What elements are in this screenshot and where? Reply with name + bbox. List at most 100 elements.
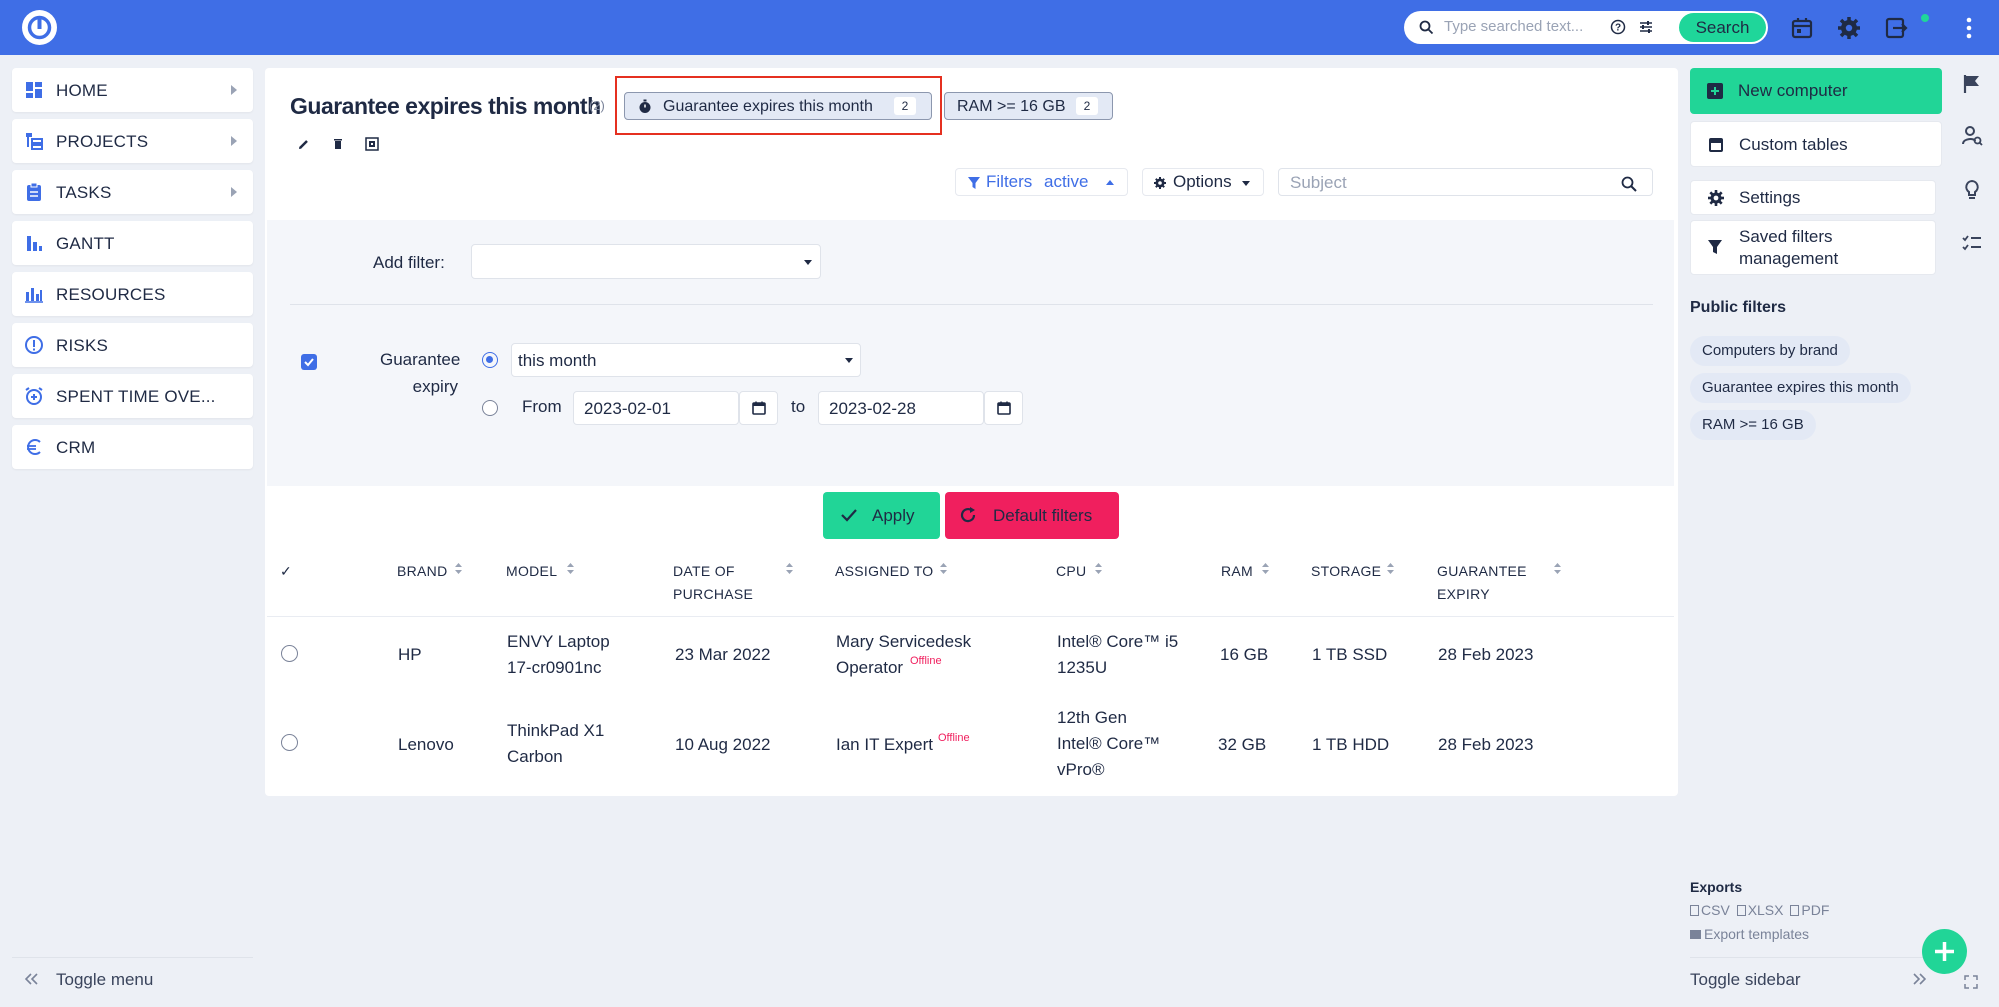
sort-icon[interactable] (1554, 563, 1561, 574)
new-computer-button[interactable]: New computer (1690, 68, 1942, 114)
sort-icon[interactable] (940, 563, 947, 574)
column-header-guarantee-expiry[interactable]: GUARANTEE EXPIRY (1437, 560, 1527, 606)
column-header-ram[interactable]: RAM (1221, 560, 1253, 583)
qr-code-icon[interactable] (363, 135, 381, 153)
double-chevron-left-icon[interactable] (25, 973, 39, 985)
trash-icon[interactable] (329, 135, 347, 153)
saved-filter-chip-guarantee[interactable]: Guarantee expires this month 2 (624, 92, 932, 120)
row-select-radio[interactable] (281, 645, 298, 662)
public-filter-computers-by-brand[interactable]: Computers by brand (1690, 336, 1850, 366)
settings-button[interactable]: Settings (1690, 180, 1936, 215)
logout-icon[interactable] (1883, 15, 1909, 41)
user-search-icon[interactable] (1960, 124, 1984, 148)
sort-icon[interactable] (455, 563, 462, 574)
sort-icon[interactable] (1262, 563, 1269, 574)
nav-item-tasks[interactable]: TASKS (12, 170, 253, 214)
period-select[interactable]: this month (511, 343, 861, 377)
cell-model[interactable]: ENVY Laptop (507, 629, 610, 655)
export-templates-link[interactable]: Export templates (1704, 926, 1809, 942)
chip-label: RAM >= 16 GB (957, 98, 1066, 115)
lightbulb-icon[interactable] (1960, 178, 1984, 202)
flag-icon[interactable] (1960, 72, 1984, 96)
period-radio[interactable] (482, 352, 498, 368)
nav-item-spent-time[interactable]: SPENT TIME OVE... (12, 374, 253, 418)
filters-toggle-button[interactable]: Filters active (955, 168, 1128, 196)
custom-tables-label: Custom tables (1739, 135, 1848, 154)
public-filter-guarantee[interactable]: Guarantee expires this month (1690, 373, 1911, 403)
nav-item-home[interactable]: HOME (12, 68, 253, 112)
saved-filters-management-button[interactable]: Saved filters management (1690, 220, 1936, 275)
cell-assigned[interactable]: Operator (836, 655, 903, 681)
alert-circle-icon (24, 335, 44, 355)
column-header-brand[interactable]: BRAND (397, 560, 448, 583)
cell-assigned[interactable]: Ian IT Expert (836, 732, 933, 758)
from-date-input[interactable]: 2023-02-01 (573, 391, 739, 425)
cell-cpu: 12th Gen (1057, 708, 1127, 727)
column-header-model[interactable]: MODEL (506, 560, 557, 583)
sort-icon[interactable] (1387, 563, 1394, 574)
select-all-header[interactable]: ✓ (280, 560, 292, 583)
sort-icon[interactable] (1095, 563, 1102, 574)
saved-filter-chip-ram[interactable]: RAM >= 16 GB 2 (944, 92, 1113, 120)
column-header-cpu[interactable]: CPU (1056, 560, 1086, 583)
nav-item-gantt[interactable]: GANTT (12, 221, 253, 265)
new-computer-label: New computer (1738, 81, 1848, 100)
search-icon[interactable] (1621, 176, 1637, 192)
column-header-assigned-to[interactable]: ASSIGNED TO (835, 560, 933, 583)
column-label: CPU (1056, 563, 1087, 579)
to-calendar-button[interactable] (984, 391, 1023, 425)
cell-model[interactable]: 17-cr0901nc (507, 655, 602, 681)
nav-item-crm[interactable]: CRM (12, 425, 253, 469)
fullscreen-icon[interactable] (1964, 975, 1978, 989)
nav-item-resources[interactable]: RESOURCES (12, 272, 253, 316)
quick-add-button[interactable] (1922, 929, 1967, 974)
public-filters-heading: Public filters (1690, 299, 1787, 316)
export-pdf-link[interactable]: PDF (1801, 902, 1829, 918)
gear-icon[interactable] (1836, 15, 1862, 41)
calendar-icon[interactable] (1789, 15, 1815, 41)
global-search-input[interactable]: Type searched text... (1444, 18, 1583, 35)
double-chevron-right-icon[interactable] (1912, 973, 1926, 985)
row-select-radio[interactable] (281, 734, 298, 751)
app-logo[interactable] (22, 10, 57, 45)
nav-item-projects[interactable]: PROJECTS (12, 119, 253, 163)
options-button[interactable]: Options (1142, 168, 1264, 196)
date-range-radio[interactable] (482, 400, 498, 416)
toggle-menu-button[interactable]: Toggle menu (56, 970, 153, 990)
cell-model[interactable]: ThinkPad X1 (507, 718, 604, 744)
to-date-input[interactable]: 2023-02-28 (818, 391, 984, 425)
export-csv-link[interactable]: CSV (1701, 902, 1730, 918)
toggle-sidebar-button[interactable]: Toggle sidebar (1690, 970, 1801, 990)
sort-icon[interactable] (567, 563, 574, 574)
default-filters-button[interactable]: Default filters (945, 492, 1119, 539)
cell-assigned[interactable]: Mary Servicedesk (836, 629, 971, 655)
cell-cpu: Intel® Core™ (1057, 734, 1161, 753)
checklist-icon[interactable] (1960, 232, 1984, 256)
nav-label: GANTT (56, 234, 115, 253)
column-header-date-of-purchase[interactable]: DATE OF PURCHASE (673, 560, 753, 606)
search-settings-icon[interactable] (1638, 19, 1654, 35)
export-xlsx-link[interactable]: XLSX (1748, 902, 1784, 918)
apply-label: Apply (872, 506, 915, 525)
filters-state: active (1044, 172, 1089, 191)
apply-button[interactable]: Apply (823, 492, 940, 539)
subject-search-input[interactable]: Subject (1278, 168, 1653, 196)
help-icon[interactable]: ? (1610, 19, 1626, 35)
column-header-storage[interactable]: STORAGE (1311, 560, 1381, 583)
custom-tables-button[interactable]: Custom tables (1690, 121, 1942, 167)
file-icon (1790, 905, 1800, 916)
public-filter-ram[interactable]: RAM >= 16 GB (1690, 410, 1816, 440)
edit-icon[interactable] (295, 135, 313, 153)
search-button[interactable]: Search (1679, 13, 1766, 42)
subject-placeholder: Subject (1290, 173, 1347, 192)
add-filter-select[interactable] (471, 244, 821, 279)
more-menu-icon[interactable] (1965, 17, 1973, 39)
chevron-down-icon (845, 358, 853, 363)
from-calendar-button[interactable] (739, 391, 778, 425)
guarantee-expiry-checkbox[interactable] (301, 354, 317, 370)
table-divider (267, 616, 1674, 617)
sidebar-divider (1690, 957, 1942, 958)
sort-icon[interactable] (786, 563, 793, 574)
cell-model[interactable]: Carbon (507, 744, 563, 770)
nav-item-risks[interactable]: RISKS (12, 323, 253, 367)
